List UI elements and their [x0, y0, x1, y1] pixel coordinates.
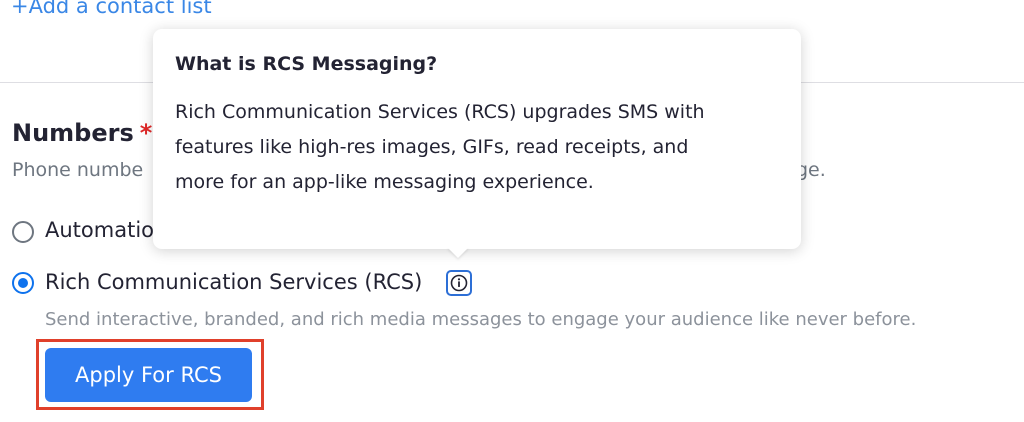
tooltip-line: features like high-res images, GIFs, rea… — [175, 136, 689, 158]
radio-automatic-label[interactable]: Automatio — [45, 218, 154, 242]
apply-for-rcs-button[interactable]: Apply For RCS — [45, 348, 252, 402]
tooltip-title: What is RCS Messaging? — [175, 53, 438, 75]
numbers-description: Phone numbe — [12, 159, 144, 181]
tooltip-arrow — [447, 247, 469, 258]
rcs-info-tooltip: What is RCS Messaging? Rich Communicatio… — [153, 29, 801, 249]
info-icon — [450, 274, 468, 292]
radio-automatic[interactable] — [12, 221, 34, 243]
numbers-section-title: Numbers * — [12, 119, 152, 147]
numbers-title-text: Numbers — [12, 119, 134, 147]
tooltip-body: Rich Communication Services (RCS) upgrad… — [175, 95, 779, 200]
required-indicator: * — [139, 119, 153, 147]
radio-rcs-label[interactable]: Rich Communication Services (RCS) — [45, 270, 422, 294]
tooltip-line: Rich Communication Services (RCS) upgrad… — [175, 101, 705, 123]
add-contact-list-link[interactable]: +Add a contact list — [11, 0, 212, 18]
radio-selected-dot — [18, 278, 28, 288]
tooltip-line: more for an app-like messaging experienc… — [175, 171, 594, 193]
rcs-option-description: Send interactive, branded, and rich medi… — [45, 309, 917, 330]
rcs-info-button[interactable] — [446, 270, 472, 296]
radio-rcs[interactable] — [12, 272, 34, 294]
rcs-settings-page: +Add a contact list Numbers * Phone numbe… — [0, 0, 1024, 422]
